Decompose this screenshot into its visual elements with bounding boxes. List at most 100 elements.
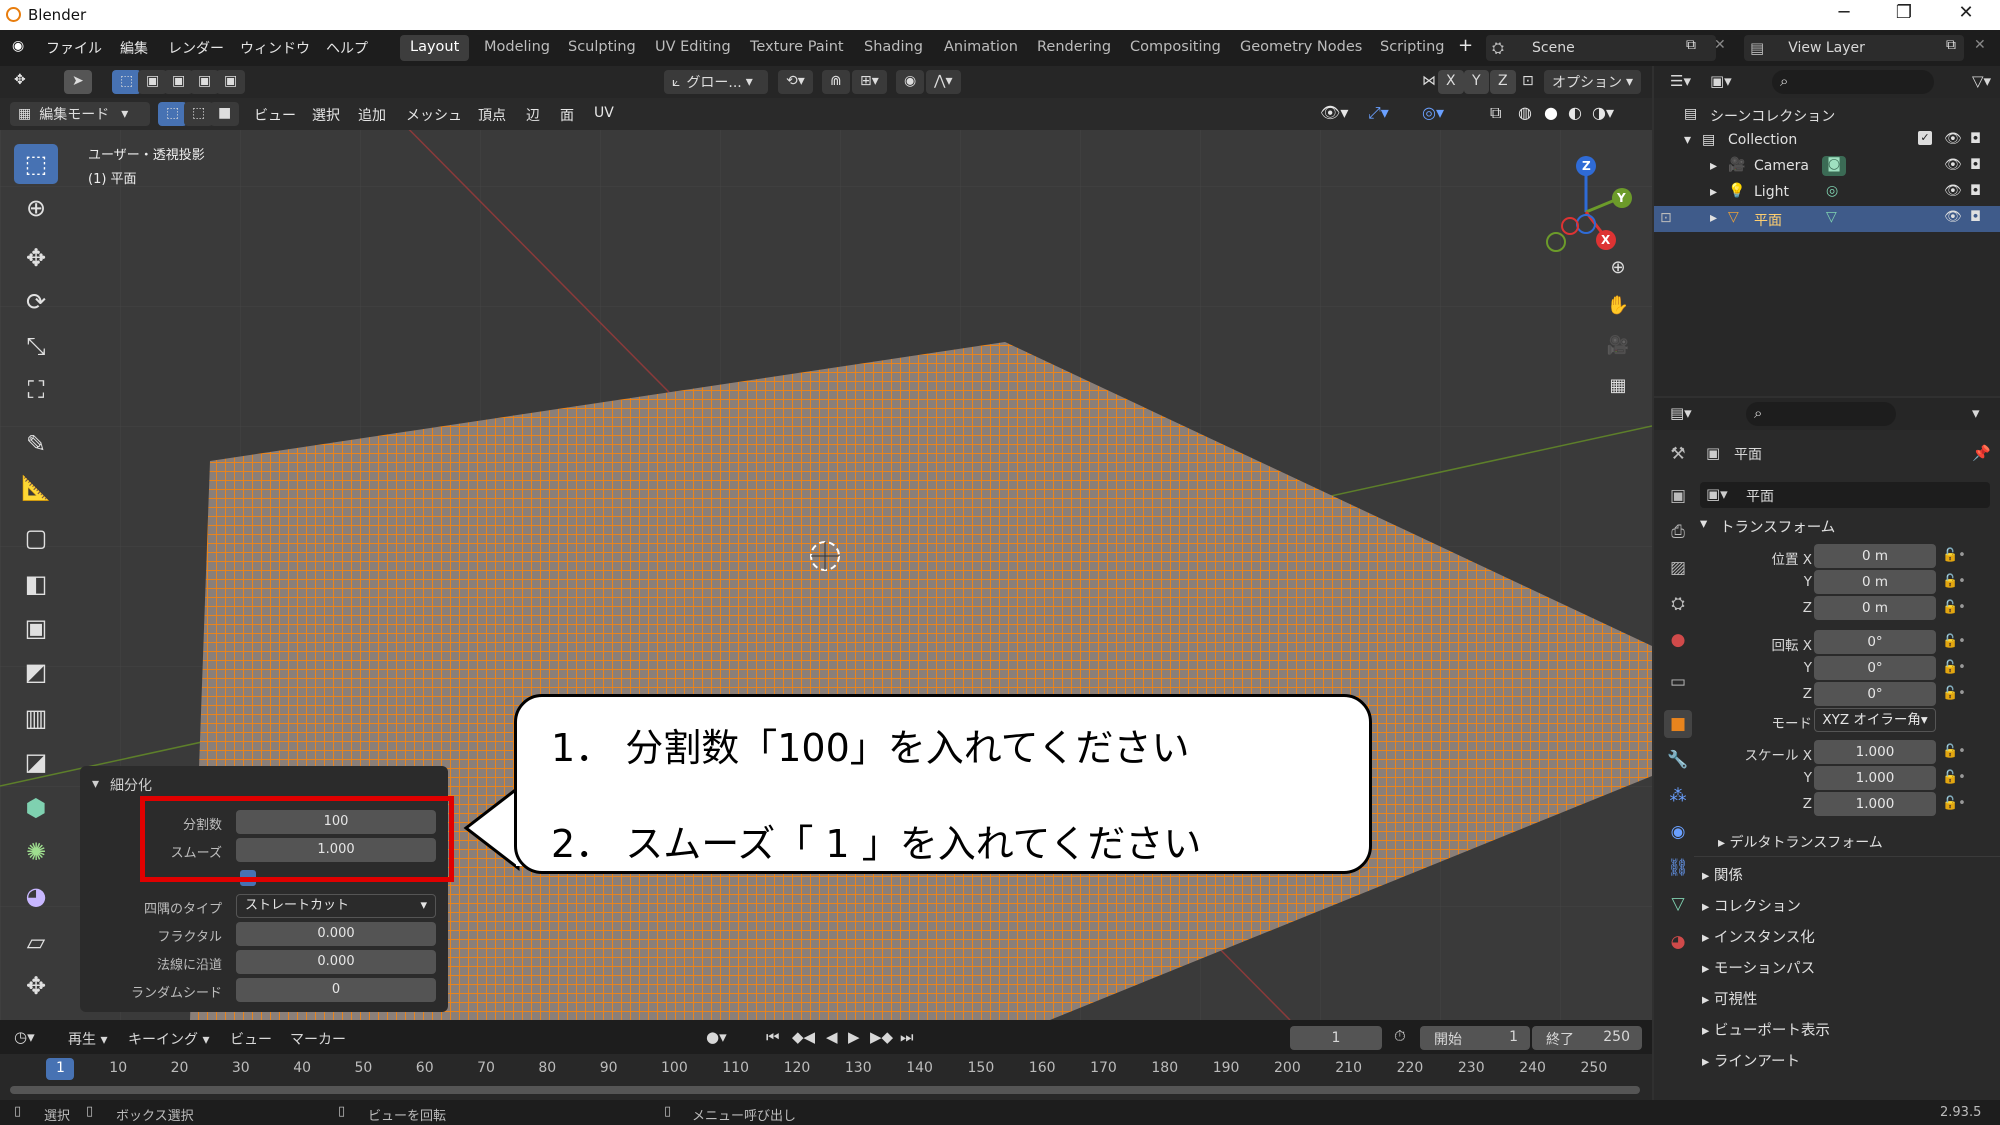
physics-tab-icon[interactable]: ◉ <box>1664 818 1692 846</box>
panel-collapse-icon[interactable]: ▾ <box>92 776 99 792</box>
menu-vertex[interactable]: 頂点 <box>478 105 506 125</box>
menu-file[interactable]: ファイル <box>46 38 102 58</box>
perspective-toggle-icon[interactable]: ▦ <box>1602 370 1634 402</box>
menu-edit[interactable]: 編集 <box>120 38 148 58</box>
mirror-z-toggle[interactable]: Z <box>1490 70 1516 94</box>
lock-icon[interactable]: 🔓• <box>1942 796 1966 811</box>
object-name-field[interactable]: ▣▾ 平面 <box>1700 482 1990 508</box>
tree-item-light[interactable]: ▸ 💡 Light ◎ 👁 ◘ <box>1654 180 2000 206</box>
rotation-y-field[interactable]: 0° <box>1814 656 1936 680</box>
play-reverse-icon[interactable]: ◀ <box>826 1028 838 1046</box>
editor-type-icon[interactable]: ▤▾ <box>1670 404 1692 422</box>
tab-texture-paint[interactable]: Texture Paint <box>740 35 854 61</box>
jump-end-icon[interactable]: ⏭ <box>900 1028 914 1046</box>
snap-icon[interactable]: ⋒ <box>822 70 850 94</box>
render-tab-icon[interactable]: ▣ <box>1664 482 1692 510</box>
eye-icon[interactable]: 👁 <box>1944 157 1962 173</box>
mirror-y-toggle[interactable]: Y <box>1464 70 1489 94</box>
transform-orientation-dropdown[interactable]: ⟀ グロー... ▾ <box>664 70 768 94</box>
lock-icon[interactable]: 🔓• <box>1942 744 1966 759</box>
select-mode-invert-icon[interactable]: ▣ <box>190 70 220 94</box>
menu-render[interactable]: レンダー <box>168 38 224 58</box>
menu-marker[interactable]: マーカー <box>290 1029 346 1049</box>
pan-hand-icon[interactable]: ✋ <box>1602 290 1634 322</box>
face-select-icon[interactable]: ■ <box>210 102 240 126</box>
lock-icon[interactable]: 🔓• <box>1942 574 1966 589</box>
proportional-falloff-icon[interactable]: ⋀▾ <box>926 70 961 94</box>
inset-tool-icon[interactable]: ▣ <box>14 608 58 648</box>
location-z-field[interactable]: 0 m <box>1814 596 1936 620</box>
menu-view[interactable]: ビュー <box>254 105 296 125</box>
panel-collapse-icon[interactable]: ▾ <box>1700 516 1707 532</box>
end-frame-field[interactable]: 終了 250 <box>1532 1026 1642 1050</box>
lock-icon[interactable]: 🔓• <box>1942 600 1966 615</box>
shrink-fatten-tool-icon[interactable]: ✥ <box>14 966 58 1006</box>
mesh-data-icon[interactable]: ▽ <box>1826 209 1837 225</box>
camera-render-icon[interactable]: ◘ <box>1970 131 1981 147</box>
collection-checkbox[interactable]: ✓ <box>1918 131 1932 145</box>
outliner-search-input[interactable]: ⌕ <box>1772 70 1934 94</box>
world-tab-icon[interactable]: ● <box>1664 626 1692 654</box>
data-tab-icon[interactable]: ▽ <box>1664 890 1692 918</box>
select-mode-extend-icon[interactable]: ▣ <box>138 70 168 94</box>
select-mode-intersect-icon[interactable]: ▣ <box>216 70 246 94</box>
tool-tab-icon[interactable]: ⚒ <box>1664 440 1692 468</box>
tree-item-plane[interactable]: ⊡ ▸ ▽ 平面 ▽ 👁 ◘ <box>1654 206 2000 232</box>
smooth-tool-icon[interactable]: ◕ <box>14 876 58 916</box>
material-tab-icon[interactable]: ◕ <box>1664 928 1692 956</box>
scale-y-field[interactable]: 1.000 <box>1814 766 1936 790</box>
options-dropdown[interactable]: オプション ▾ <box>1544 70 1642 94</box>
along-normal-field[interactable]: 0.000 <box>236 950 436 974</box>
light-data-icon[interactable]: ◎ <box>1826 183 1838 199</box>
particles-tab-icon[interactable]: ⁂ <box>1664 782 1692 810</box>
menu-mesh[interactable]: メッシュ <box>406 105 462 125</box>
tree-item-camera[interactable]: ▸ 🎥 Camera ◙ 👁 ◘ <box>1654 154 2000 180</box>
record-icon[interactable]: ●▾ <box>706 1028 727 1046</box>
lock-icon[interactable]: 🔓• <box>1942 686 1966 701</box>
editor-type-icon[interactable]: ◷▾ <box>14 1028 35 1046</box>
section-line-art[interactable]: ▸ ラインアート <box>1702 1050 1800 1071</box>
lock-icon[interactable]: 🔓• <box>1942 548 1966 563</box>
timeline-scrollbar[interactable] <box>10 1086 1640 1094</box>
filter-mode-icon[interactable]: ▣▾ <box>1710 72 1732 90</box>
spin-tool-icon[interactable]: ✺ <box>14 832 58 872</box>
transform-tool-icon[interactable]: ⛶ <box>14 370 58 410</box>
properties-search-input[interactable]: ⌕ <box>1746 402 1896 426</box>
cursor-tool-icon[interactable]: ⊕ <box>14 188 58 228</box>
eye-icon[interactable]: 👁 <box>1944 183 1962 199</box>
tab-sculpting[interactable]: Sculpting <box>558 35 646 61</box>
view-layer-tab-icon[interactable]: ▨ <box>1664 554 1692 582</box>
scene-copy-icon[interactable]: ⧉ <box>1686 37 1696 53</box>
lock-icon[interactable]: 🔓• <box>1942 634 1966 649</box>
menu-edge[interactable]: 辺 <box>526 105 540 125</box>
menu-keying[interactable]: キーイング ▾ <box>128 1029 209 1049</box>
corner-type-dropdown[interactable]: ストレートカット ▾ <box>236 894 436 918</box>
tab-rendering[interactable]: Rendering <box>1027 35 1121 61</box>
eye-icon[interactable]: 👁 <box>1944 209 1962 225</box>
edge-slide-tool-icon[interactable]: ▱ <box>14 922 58 962</box>
measure-tool-icon[interactable]: 📐 <box>14 468 58 508</box>
menu-playback[interactable]: 再生 ▾ <box>68 1029 107 1049</box>
add-workspace-icon[interactable]: + <box>1458 35 1473 56</box>
move-tool-icon[interactable]: ✥ <box>14 238 58 278</box>
view-layer-copy-icon[interactable]: ⧉ <box>1946 37 1956 53</box>
current-frame-field[interactable]: 1 <box>1290 1026 1382 1050</box>
auto-merge-icon[interactable]: ⊡ <box>1514 70 1542 94</box>
jump-start-icon[interactable]: ⏮ <box>766 1028 780 1046</box>
view-layer-selector[interactable]: ▤ View Layer <box>1744 35 1964 61</box>
section-visibility[interactable]: ▸ 可視性 <box>1702 988 1757 1009</box>
camera-view-icon[interactable]: 🎥 <box>1602 330 1634 362</box>
material-shading-icon[interactable]: ◐ <box>1568 103 1582 122</box>
pivot-point-icon[interactable]: ⟲▾ <box>778 70 813 94</box>
section-instancing[interactable]: ▸ インスタンス化 <box>1702 926 1815 947</box>
overlay-icon[interactable]: ◎▾ <box>1422 103 1444 122</box>
tab-animation[interactable]: Animation <box>934 35 1028 61</box>
knife-tool-icon[interactable]: ◪ <box>14 742 58 782</box>
menu-face[interactable]: 面 <box>560 105 574 125</box>
tree-collection[interactable]: ▾ ▤ Collection ✓ 👁 ◘ <box>1654 128 2000 154</box>
rotate-tool-icon[interactable]: ⟳ <box>14 282 58 322</box>
camera-render-icon[interactable]: ◘ <box>1970 157 1981 173</box>
tab-scripting[interactable]: Scripting <box>1370 35 1454 61</box>
maximize-icon[interactable]: ❐ <box>1884 2 1924 28</box>
fractal-field[interactable]: 0.000 <box>236 922 436 946</box>
